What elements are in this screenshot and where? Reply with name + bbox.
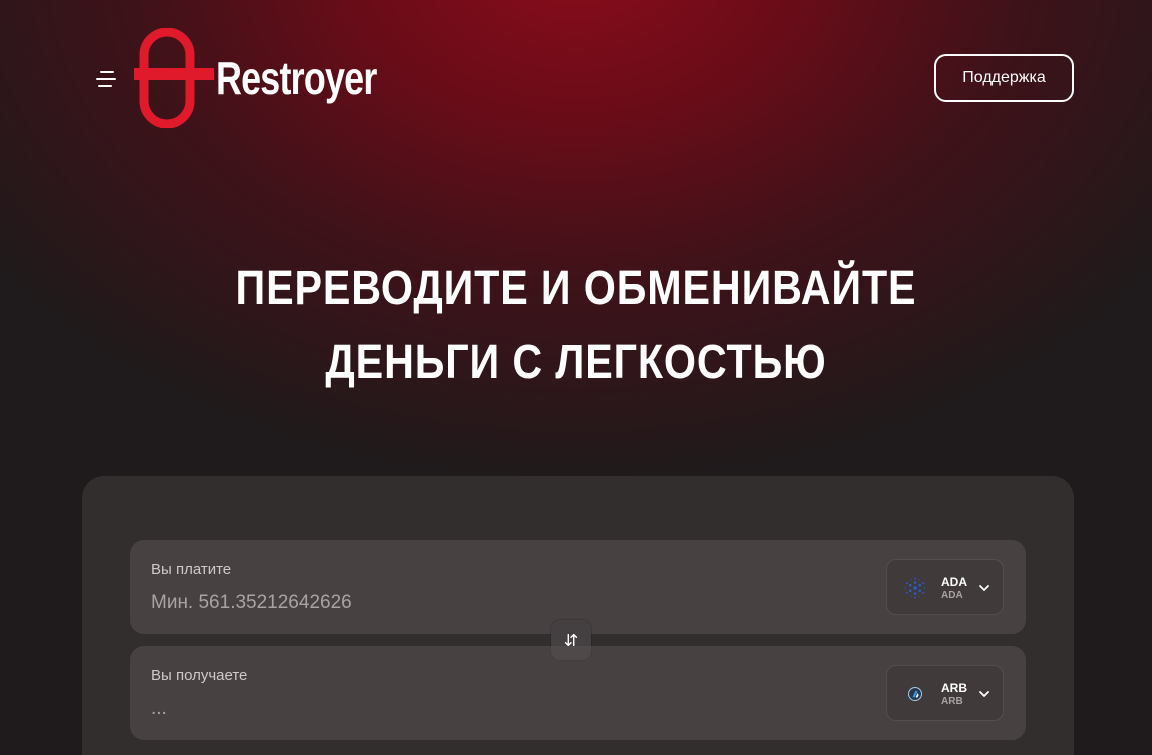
receive-amount-input[interactable] [151, 696, 851, 722]
hero-title: ПЕРЕВОДИТЕ И ОБМЕНИВАЙТЕ ДЕНЬГИ С ЛЕГКОС… [0, 252, 1152, 400]
logo-mark-icon [134, 28, 214, 128]
pay-currency-network: ADA [941, 590, 963, 601]
receive-field[interactable]: Вы получаете ARB ARB [130, 646, 1026, 740]
arbitrum-icon [908, 687, 922, 701]
logo[interactable]: Restroyer [134, 28, 379, 128]
support-button[interactable]: Поддержка [934, 54, 1074, 102]
header: Restroyer Поддержка [0, 0, 1152, 160]
receive-label: Вы получаете [151, 667, 248, 684]
receive-currency-code: ARB [941, 681, 967, 695]
receive-currency-network: ARB [941, 696, 963, 707]
menu-icon[interactable] [92, 66, 120, 92]
chevron-down-icon [979, 691, 989, 697]
pay-currency-code: ADA [941, 575, 967, 589]
pay-currency-select[interactable]: ADA ADA [886, 559, 1004, 615]
hero-line-2: ДЕНЬГИ С ЛЕГКОСТЬЮ [325, 336, 827, 389]
cardano-icon [904, 577, 926, 599]
hero-line-1: ПЕРЕВОДИТЕ И ОБМЕНИВАЙТЕ [235, 262, 917, 315]
chevron-down-icon [979, 585, 989, 591]
pay-label: Вы платите [151, 561, 232, 578]
brand-name: Restroyer [216, 52, 377, 104]
receive-currency-select[interactable]: ARB ARB [886, 665, 1004, 721]
pay-amount-input[interactable] [151, 590, 851, 616]
